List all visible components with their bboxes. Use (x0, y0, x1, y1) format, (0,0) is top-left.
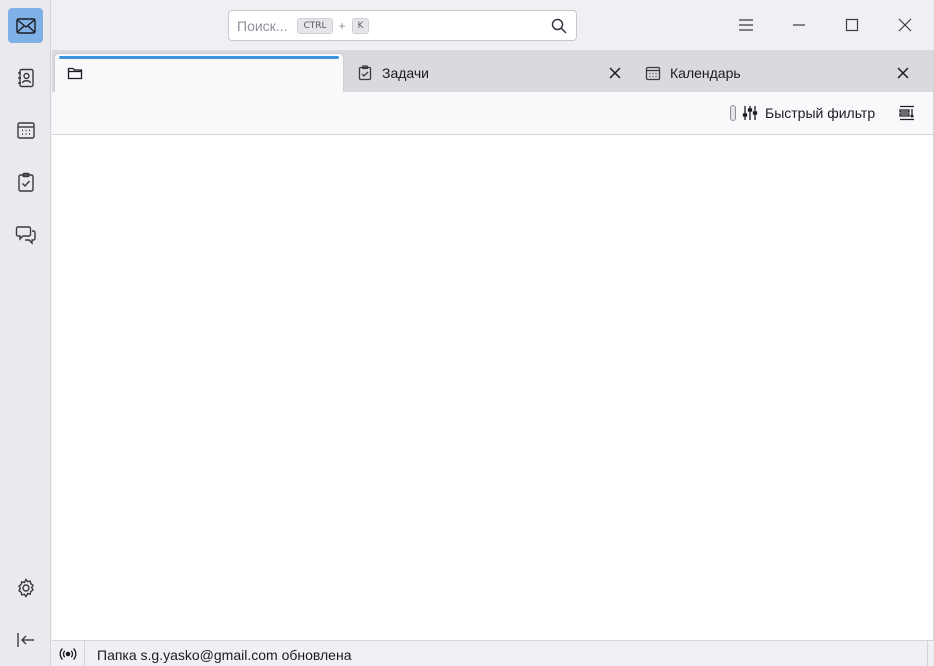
mail-space-button[interactable] (8, 8, 43, 43)
quick-filter-label[interactable]: Быстрый фильтр (765, 105, 875, 121)
hamburger-menu-icon (739, 19, 753, 31)
status-divider (927, 641, 928, 666)
minimize-icon (793, 24, 805, 26)
online-signal-icon (59, 647, 77, 660)
tab-strip: Задачи Календарь (52, 50, 934, 92)
close-icon (898, 18, 912, 32)
display-options-icon[interactable] (898, 104, 916, 122)
gear-icon (17, 577, 34, 598)
collapse-left-icon (16, 632, 34, 647)
tab-calendar-label: Календарь (670, 65, 741, 81)
tasks-icon (358, 65, 372, 81)
tasks-icon (17, 172, 34, 192)
close-tab-tasks-icon[interactable] (607, 65, 623, 81)
shortcut-plus: + (338, 18, 346, 33)
shortcut-key: K (351, 17, 370, 34)
filter-sliders-icon[interactable] (742, 105, 758, 121)
tasks-space-button[interactable] (8, 164, 43, 199)
chat-icon (15, 225, 36, 245)
quick-filter-toggle[interactable] (730, 105, 736, 121)
quick-filter-bar: Быстрый фильтр (52, 92, 934, 135)
search-placeholder: Поиск... (237, 17, 288, 34)
tab-tasks[interactable]: Задачи (345, 54, 633, 92)
search-box[interactable]: Поиск... CTRL + K (228, 10, 577, 41)
calendar-space-button[interactable] (8, 112, 43, 147)
close-tab-calendar-icon[interactable] (895, 65, 911, 81)
chat-space-button[interactable] (8, 216, 43, 251)
mail-icon (15, 17, 36, 34)
active-tab-indicator (59, 56, 339, 59)
message-pane (52, 135, 934, 640)
minimize-button[interactable] (784, 10, 814, 40)
folder-icon (67, 67, 83, 80)
status-message: Папка s.g.yasko@gmail.com обновлена (97, 647, 352, 663)
calendar-icon (16, 121, 35, 139)
collapse-spaces-button[interactable] (8, 622, 43, 657)
app-menu-button[interactable] (731, 10, 761, 40)
spaces-toolbar (0, 0, 51, 666)
tab-tasks-label: Задачи (382, 65, 430, 81)
status-bar: Папка s.g.yasko@gmail.com обновлена (52, 640, 934, 666)
address-book-space-button[interactable] (8, 60, 43, 95)
tab-folder[interactable] (55, 54, 343, 92)
shortcut-mod-key: CTRL (297, 17, 333, 34)
settings-space-button[interactable] (8, 570, 43, 605)
close-window-button[interactable] (890, 10, 920, 40)
tab-calendar[interactable]: Календарь (633, 54, 921, 92)
search-icon[interactable] (550, 17, 568, 35)
address-book-icon (17, 68, 34, 87)
maximize-icon (845, 18, 859, 32)
maximize-button[interactable] (837, 10, 867, 40)
title-bar: Поиск... CTRL + K (52, 0, 934, 50)
calendar-icon (645, 66, 661, 81)
online-status-button[interactable] (52, 641, 85, 666)
